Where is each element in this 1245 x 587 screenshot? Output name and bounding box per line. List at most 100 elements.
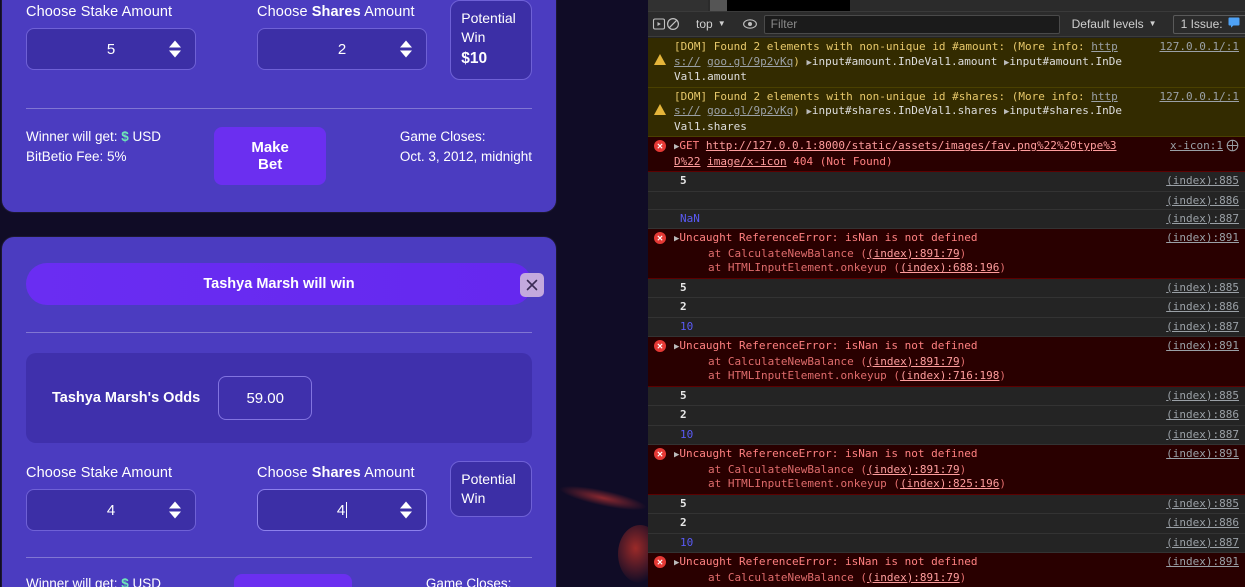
context-selector[interactable]: top ▼ <box>690 15 732 33</box>
stack-frame: at CalculateNewBalance ((index):891:79) <box>708 246 967 260</box>
stack-frame-link[interactable]: (index):688:196 <box>900 261 999 274</box>
stack-frame-link[interactable]: (index):891:79 <box>867 247 960 260</box>
console-log-row[interactable]: 2 (index):886 <box>648 298 1245 318</box>
console-log-row[interactable]: 2 (index):886 <box>648 406 1245 426</box>
stack-frame-link[interactable]: (index):891:79 <box>867 463 960 476</box>
request-mime-link[interactable]: image/x-icon <box>707 155 786 168</box>
stack-frame: at HTMLInputElement.onkeyup ((index):716… <box>708 369 1007 382</box>
game-closes-label: Game Closes: <box>399 129 486 144</box>
spinner-down-icon[interactable] <box>400 511 413 519</box>
console-log-value: NaN <box>680 211 700 225</box>
stack-frame-link[interactable]: (index):825:196 <box>900 477 999 490</box>
console-message-text: 10 <box>648 320 1241 335</box>
stake-input[interactable]: 4 <box>26 489 196 531</box>
make-bet-button[interactable]: Make Bet <box>214 127 326 185</box>
stake-input-value: 5 <box>106 40 116 58</box>
console-log-row[interactable]: 5 (index):885 <box>648 494 1245 514</box>
log-levels-selector[interactable]: Default levels ▼ <box>1066 15 1163 33</box>
console-source-link[interactable]: (index):886 <box>1166 516 1239 529</box>
console-message-text: 5 <box>648 389 1241 404</box>
console-source-link[interactable]: (index):886 <box>1166 408 1239 421</box>
shares-input[interactable]: 2 <box>257 28 428 70</box>
console-source-link[interactable]: 127.0.0.1/:1 <box>1160 40 1239 53</box>
shares-label-post: Amount <box>360 465 415 481</box>
console-source-link[interactable]: (index):891 <box>1166 447 1239 460</box>
console-log-row[interactable]: 5 (index):885 <box>648 278 1245 298</box>
console-log-value: 5 <box>680 280 687 294</box>
open-in-network-icon[interactable] <box>1226 139 1239 155</box>
console-warning-row[interactable]: [DOM] Found 2 elements with non-unique i… <box>648 87 1245 137</box>
spinner-up-icon[interactable] <box>169 40 181 48</box>
console-source-link[interactable]: (index):885 <box>1166 281 1239 294</box>
error-icon: ✕ <box>654 556 668 570</box>
clear-console-icon[interactable] <box>666 14 680 35</box>
console-error-row[interactable]: ✕ ▶Uncaught ReferenceError: isNan is not … <box>648 337 1245 387</box>
spinner-down-icon[interactable] <box>169 50 181 58</box>
stake-input[interactable]: 5 <box>26 28 196 70</box>
console-log-row[interactable]: 10 (index):887 <box>648 533 1245 553</box>
console-message-text: [DOM] Found 2 elements with non-unique i… <box>674 89 1122 133</box>
console-log-row[interactable]: 2 (index):886 <box>648 514 1245 534</box>
console-log-list[interactable]: [DOM] Found 2 elements with non-unique i… <box>648 38 1245 587</box>
live-expression-icon[interactable] <box>742 14 758 35</box>
stack-frame-link[interactable]: (index):891:79 <box>867 355 960 368</box>
console-source-link[interactable]: (index):887 <box>1166 428 1239 441</box>
game-closes-label: Game Closes: <box>425 576 512 587</box>
console-warning-row[interactable]: [DOM] Found 2 elements with non-unique i… <box>648 38 1245 88</box>
shares-label: Choose Shares Amount <box>257 4 450 20</box>
console-source-link[interactable]: (index):887 <box>1166 536 1239 549</box>
console-error-row[interactable]: ✕ ▶Uncaught ReferenceError: isNan is not … <box>648 445 1245 495</box>
console-log-row[interactable]: 5 (index):885 <box>648 172 1245 192</box>
spinner-up-icon[interactable] <box>400 501 413 509</box>
shares-input[interactable]: 4 <box>257 489 428 531</box>
console-source-link[interactable]: (index):891 <box>1166 231 1239 244</box>
console-source-link[interactable]: (index):891 <box>1166 339 1239 352</box>
console-source-link[interactable]: (index):885 <box>1166 389 1239 402</box>
more-info-link-2[interactable]: goo.gl/9p2vKq <box>707 104 793 117</box>
console-source-link[interactable]: (index):887 <box>1166 212 1239 225</box>
odds-value[interactable]: 59.00 <box>218 376 313 420</box>
modal-divider-bottom <box>26 557 532 558</box>
console-source-link[interactable]: (index):886 <box>1166 300 1239 313</box>
console-log-row[interactable]: 10 (index):887 <box>648 425 1245 445</box>
console-source-link[interactable]: x-icon:1 <box>1170 139 1223 152</box>
tabstrip-block-c <box>727 0 850 11</box>
console-error-row[interactable]: ✕ ▶Uncaught ReferenceError: isNan is not … <box>648 229 1245 279</box>
more-info-link-2[interactable]: goo.gl/9p2vKq <box>707 55 793 68</box>
make-bet-button[interactable]: Make Bet <box>234 574 352 587</box>
stack-frame-link[interactable]: (index):891:79 <box>867 571 960 584</box>
filter-input[interactable]: Filter <box>763 14 1060 34</box>
shares-spinner[interactable] <box>400 40 413 58</box>
console-log-row[interactable]: 10 (index):887 <box>648 317 1245 337</box>
error-icon: ✕ <box>654 140 668 154</box>
console-source-link[interactable]: (index):887 <box>1166 320 1239 333</box>
execute-console-icon[interactable] <box>652 14 666 35</box>
console-log-value: 5 <box>680 174 687 187</box>
stack-frame-link[interactable]: (index):716:198 <box>900 369 999 382</box>
spinner-down-icon[interactable] <box>400 50 413 58</box>
spinner-up-icon[interactable] <box>169 501 181 509</box>
console-source-link[interactable]: (index):885 <box>1166 174 1239 187</box>
spinner-up-icon[interactable] <box>400 40 413 48</box>
console-source-link[interactable]: (index):886 <box>1166 194 1239 207</box>
console-log-row[interactable]: 5 (index):885 <box>648 386 1245 406</box>
spinner-down-icon[interactable] <box>169 511 181 519</box>
shares-spinner[interactable] <box>400 501 413 519</box>
shares-input-value: 2 <box>337 40 347 58</box>
console-log-row[interactable]: (index):886 <box>648 191 1245 210</box>
winner-amount: $ <box>121 576 129 587</box>
console-message-text: ▶Uncaught ReferenceError: isNan is not d… <box>648 339 1241 384</box>
console-error-row[interactable]: ✕ ▶Uncaught ReferenceError: isNan is not … <box>648 553 1245 587</box>
fee-line: BitBetio Fee: 5% <box>26 148 127 164</box>
stake-spinner[interactable] <box>169 501 181 519</box>
console-source-link[interactable]: (index):885 <box>1166 497 1239 510</box>
stack-frame: at HTMLInputElement.onkeyup ((index):688… <box>708 261 1007 274</box>
issues-button[interactable]: 1 Issue: 1 <box>1172 14 1245 34</box>
close-icon[interactable] <box>520 273 544 297</box>
stake-spinner[interactable] <box>169 40 181 58</box>
winner-currency: USD <box>128 129 162 144</box>
console-network-error-row[interactable]: ✕ ▶GET http://127.0.0.1:8000/static/asset… <box>648 137 1245 172</box>
console-source-link[interactable]: 127.0.0.1/:1 <box>1160 90 1239 103</box>
console-log-row[interactable]: NaN (index):887 <box>648 209 1245 229</box>
console-source-link[interactable]: (index):891 <box>1166 555 1239 568</box>
